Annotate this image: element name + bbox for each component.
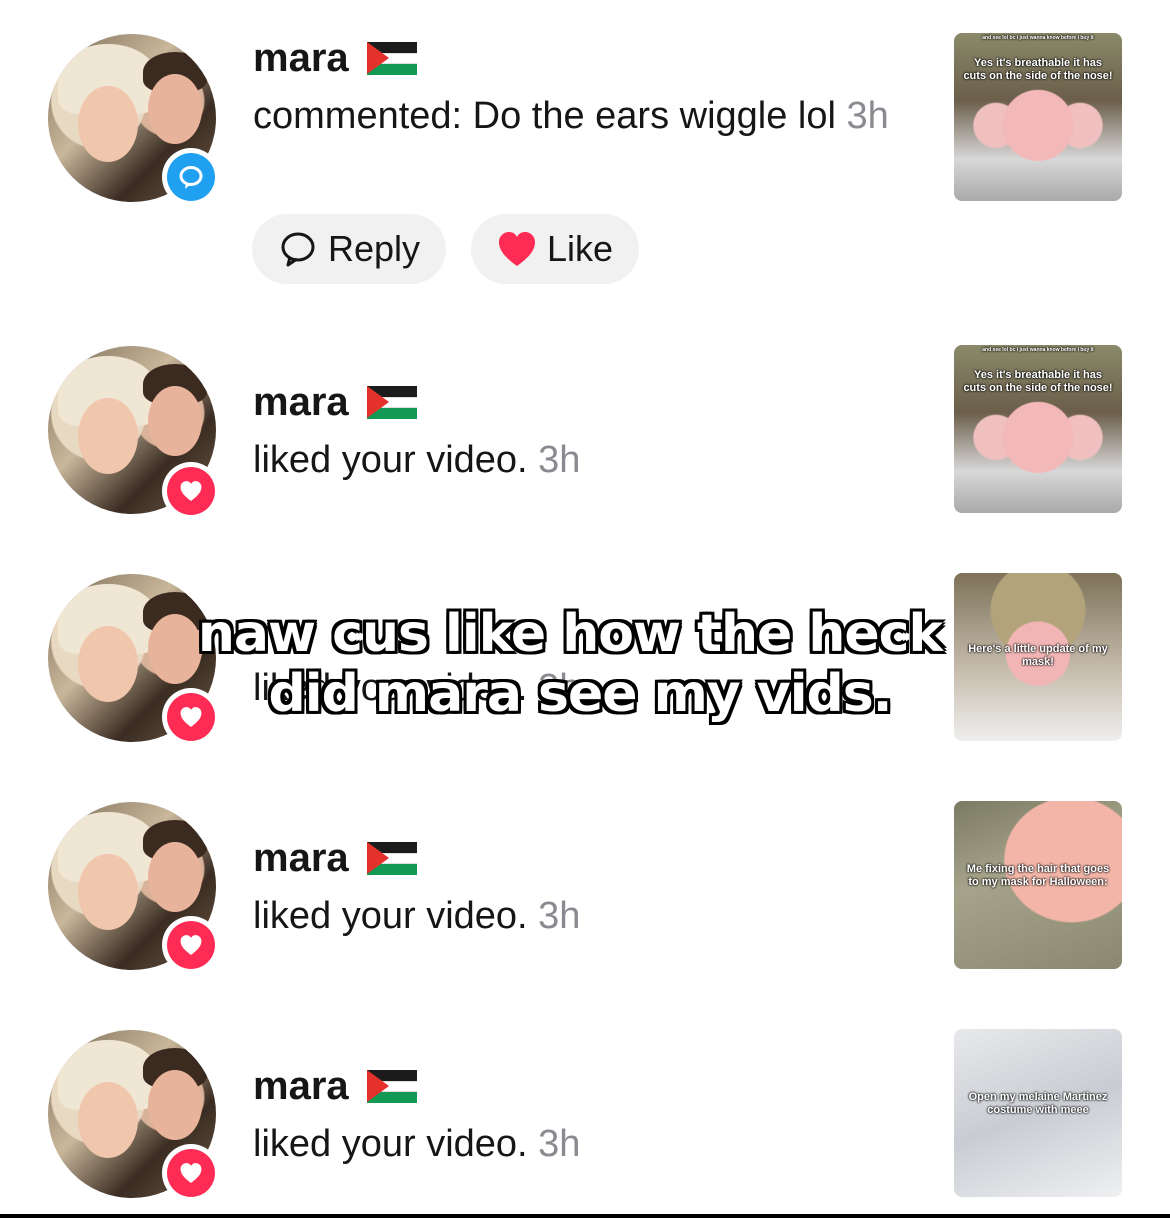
like-badge (162, 462, 220, 520)
notification-text: commented: Do the ears wiggle lol 3h (253, 95, 889, 137)
like-button[interactable]: Like (471, 214, 639, 284)
notification-text: liked your video. 3h (253, 1123, 581, 1165)
thumbnail-caption-small: and see lol bc i just wanna know before … (982, 347, 1094, 353)
like-badge (162, 1144, 220, 1202)
thumbnail-caption: Yes it's breathable it has cuts on the s… (963, 57, 1113, 82)
heart-icon (498, 232, 535, 266)
comment-badge (162, 148, 220, 206)
overlay-caption: naw cus like how the heck did mara see m… (0, 604, 1170, 724)
notification-text: liked your video. 3h (253, 439, 581, 481)
heart-icon (180, 935, 202, 955)
heart-icon (180, 1163, 202, 1183)
timestamp: 3h (538, 895, 581, 937)
username[interactable]: mara (253, 380, 417, 425)
notification-text: liked your video. 3h (253, 895, 581, 937)
thumbnail-caption: Yes it's breathable it has cuts on the s… (963, 369, 1113, 394)
like-badge (162, 916, 220, 974)
video-thumbnail[interactable]: and see lol bc i just wanna know before … (954, 345, 1122, 513)
timestamp: 3h (846, 95, 889, 137)
username[interactable]: mara (253, 836, 417, 881)
reply-bubble-icon (281, 232, 315, 267)
thumbnail-caption: Me fixing the hair that goes to my mask … (966, 863, 1110, 888)
heart-icon (180, 481, 202, 501)
video-thumbnail[interactable]: and see lol bc i just wanna know before … (954, 33, 1122, 201)
thumbnail-caption-small: and see lol bc i just wanna know before … (982, 35, 1094, 41)
timestamp: 3h (538, 1123, 581, 1165)
thumbnail-caption: Open my melaine Martinez costume with me… (968, 1091, 1108, 1116)
palestine-flag-icon (366, 842, 417, 875)
palestine-flag-icon (366, 1070, 417, 1103)
bottom-divider (0, 1214, 1170, 1218)
username[interactable]: mara (253, 1064, 417, 1109)
username[interactable]: mara (253, 36, 417, 81)
video-thumbnail[interactable]: Open my melaine Martinez costume with me… (954, 1029, 1122, 1197)
overlay-caption-line-2: did mara see my vids. (268, 664, 893, 724)
comment-bubble-icon (179, 166, 203, 189)
palestine-flag-icon (366, 386, 417, 419)
video-thumbnail[interactable]: Me fixing the hair that goes to my mask … (954, 801, 1122, 969)
reply-button[interactable]: Reply (252, 214, 446, 284)
palestine-flag-icon (366, 42, 417, 75)
overlay-caption-line-1: naw cus like how the heck (197, 604, 943, 664)
timestamp: 3h (538, 439, 581, 481)
